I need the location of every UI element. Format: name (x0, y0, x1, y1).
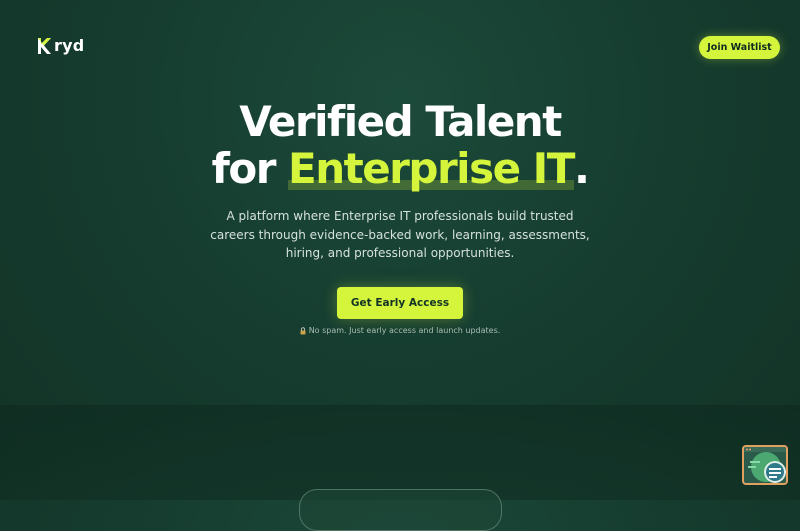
hero-subtitle: A platform where Enterprise IT professio… (210, 209, 590, 260)
lock-icon (300, 326, 306, 334)
headline-prefix: for (211, 144, 289, 193)
headline-accent: Enterprise IT (288, 144, 575, 193)
no-spam-note: No spam. Just early access and launch up… (0, 326, 800, 335)
headline-suffix: . (573, 144, 590, 193)
chat-widget-icon (744, 447, 786, 483)
chat-widget-button[interactable] (742, 445, 788, 485)
kryd-logo-icon (38, 37, 51, 54)
hero-headline: Verified Talent for Enterprise IT. (0, 98, 800, 192)
brand-logo[interactable]: ryd (37, 36, 84, 55)
get-early-access-button[interactable]: Get Early Access (337, 287, 463, 319)
headline-line-1: Verified Talent (239, 97, 562, 146)
note-text: No spam. Just early access and launch up… (308, 326, 501, 335)
bottom-glow-band (0, 405, 800, 500)
join-waitlist-button[interactable]: Join Waitlist (699, 36, 780, 59)
brand-name: ryd (54, 36, 85, 55)
preview-card-top-edge (299, 489, 502, 531)
